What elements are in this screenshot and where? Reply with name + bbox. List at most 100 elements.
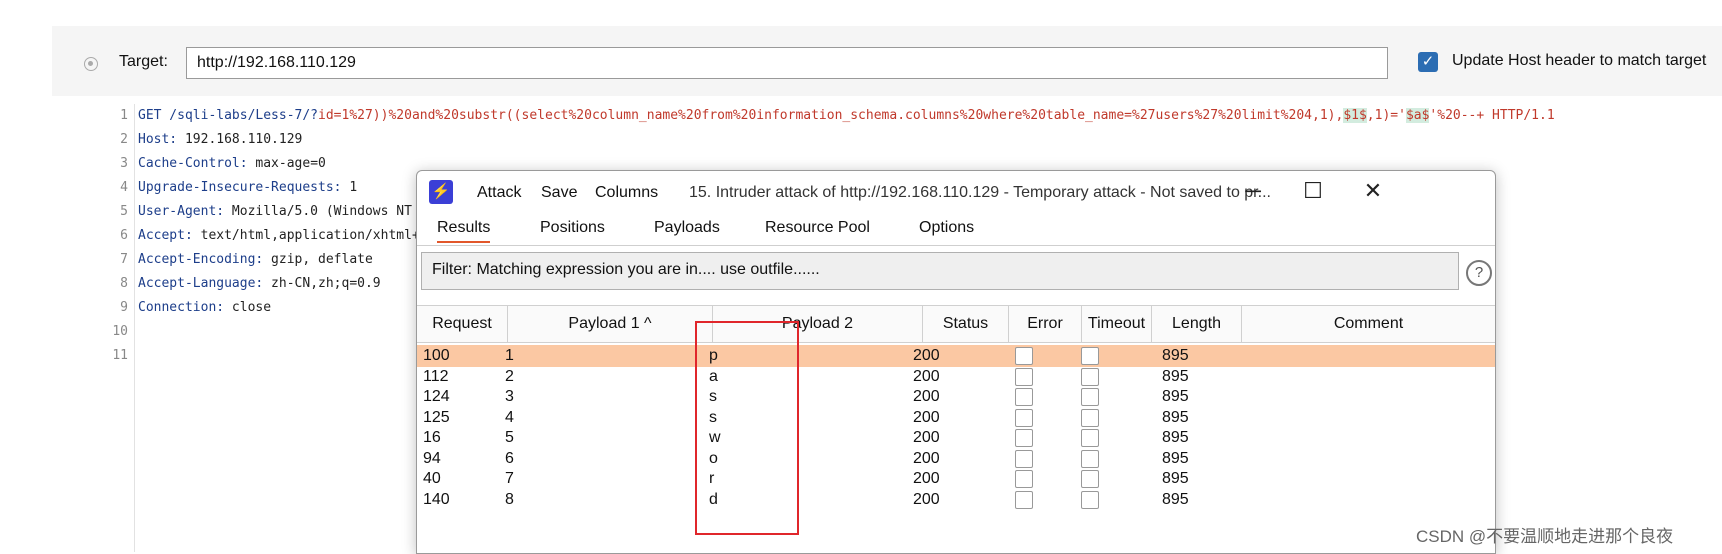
timeout-checkbox[interactable] xyxy=(1081,347,1099,365)
timeout-checkbox[interactable] xyxy=(1081,408,1099,427)
tab-payloads[interactable]: Payloads xyxy=(654,219,720,237)
request-line[interactable]: 8 Accept-Language: zh-CN,zh;q=0.9 xyxy=(104,272,381,296)
line-number: 7 xyxy=(120,252,128,267)
timeout-checkbox[interactable] xyxy=(1081,388,1099,406)
error-checkbox[interactable] xyxy=(1015,449,1033,468)
cell-request: 125 xyxy=(423,408,450,426)
intruder-attack-window: ⚡ Attack Save Columns 15. Intruder attac… xyxy=(416,170,1496,554)
tab-results[interactable]: Results xyxy=(437,219,491,243)
close-icon[interactable]: ✕ xyxy=(1359,177,1387,205)
help-icon[interactable]: ? xyxy=(1466,260,1492,286)
request-line-value: close xyxy=(224,300,272,315)
request-line-key: Accept: xyxy=(138,228,193,243)
request-line-key: User-Agent: xyxy=(138,204,225,219)
col-comment[interactable]: Comment xyxy=(1242,306,1495,342)
error-checkbox[interactable] xyxy=(1015,490,1033,509)
request-line[interactable]: 5 User-Agent: Mozilla/5.0 (Windows NT 1 xyxy=(104,200,427,224)
line-number: 5 xyxy=(120,204,128,219)
cell-payload-1: 7 xyxy=(505,470,514,487)
tab-positions[interactable]: Positions xyxy=(540,219,605,237)
result-row[interactable]: 16 5 w 200 895 xyxy=(417,427,1495,449)
result-row[interactable]: 112 2 a 200 895 xyxy=(417,366,1495,388)
line-number: 9 xyxy=(120,300,128,315)
menu-save[interactable]: Save xyxy=(541,184,577,202)
line-number: 1 xyxy=(120,108,128,123)
window-title: 15. Intruder attack of http://192.168.11… xyxy=(689,184,1271,201)
cell-length: 895 xyxy=(1162,388,1189,405)
request-line-key: Accept-Language: xyxy=(138,276,264,291)
result-row[interactable]: 124 3 s 200 895 xyxy=(417,386,1495,408)
request-line[interactable]: 10 xyxy=(104,320,138,344)
maximize-icon[interactable]: ☐ xyxy=(1299,177,1327,205)
request-line-key: Host: xyxy=(138,132,178,147)
request-line[interactable]: 9 Connection: close xyxy=(104,296,271,320)
request-line-key: Cache-Control: xyxy=(138,156,248,171)
minimize-icon[interactable]: ─ xyxy=(1239,177,1267,205)
request-line[interactable]: 6 Accept: text/html,application/xhtml+x xyxy=(104,224,427,248)
tab-resource-pool[interactable]: Resource Pool xyxy=(765,219,870,237)
menu-attack[interactable]: Attack xyxy=(477,184,521,202)
sort-asc-icon: ^ xyxy=(644,315,652,332)
timeout-checkbox[interactable] xyxy=(1081,490,1099,509)
error-checkbox[interactable] xyxy=(1015,429,1033,447)
request-line[interactable]: 4 Upgrade-Insecure-Requests: 1 xyxy=(104,176,357,200)
menu-columns[interactable]: Columns xyxy=(595,184,658,202)
request-line[interactable]: 2 Host: 192.168.110.129 xyxy=(104,128,302,152)
cell-request: 100 xyxy=(423,347,450,364)
error-checkbox[interactable] xyxy=(1015,408,1033,427)
results-table-header: Request Payload 1 ^ Payload 2 Status Err… xyxy=(417,305,1495,343)
payload-position-marker: $1$ xyxy=(1343,108,1367,123)
result-row[interactable]: 125 4 s 200 895 xyxy=(417,407,1495,429)
timeout-checkbox[interactable] xyxy=(1081,367,1099,386)
target-label: Target: xyxy=(119,53,168,70)
cell-request: 112 xyxy=(423,367,449,385)
cell-length: 895 xyxy=(1162,490,1189,508)
cell-status: 200 xyxy=(913,388,940,405)
update-host-checkbox[interactable]: ✓ xyxy=(1418,52,1438,72)
request-line[interactable]: 3 Cache-Control: max-age=0 xyxy=(104,152,326,176)
target-input[interactable]: http://192.168.110.129 xyxy=(186,47,1388,79)
csdn-watermark: CSDN @不要温顺地走进那个良夜 xyxy=(1416,527,1674,546)
cell-status: 200 xyxy=(913,429,940,446)
result-row[interactable]: 100 1 p 200 895 xyxy=(417,345,1495,367)
error-checkbox[interactable] xyxy=(1015,347,1033,365)
line-number: 8 xyxy=(120,276,128,291)
request-line[interactable]: 7 Accept-Encoding: gzip, deflate xyxy=(104,248,373,272)
tab-options[interactable]: Options xyxy=(919,219,974,237)
cell-payload-1: 5 xyxy=(505,429,514,446)
error-checkbox[interactable] xyxy=(1015,470,1033,488)
cell-status: 200 xyxy=(913,408,940,426)
cell-length: 895 xyxy=(1162,408,1189,426)
timeout-checkbox[interactable] xyxy=(1081,449,1099,468)
error-checkbox[interactable] xyxy=(1015,367,1033,386)
results-filter-bar[interactable]: Filter: Matching expression you are in..… xyxy=(421,252,1459,290)
burp-app-icon: ⚡ xyxy=(429,180,453,204)
update-host-label: Update Host header to match target xyxy=(1452,52,1707,69)
request-line-value: zh-CN,zh;q=0.9 xyxy=(263,276,381,291)
cell-status: 200 xyxy=(913,490,940,508)
request-line-key: Connection: xyxy=(138,300,225,315)
cell-length: 895 xyxy=(1162,347,1189,364)
request-line-value: 1 xyxy=(341,180,358,195)
col-timeout[interactable]: Timeout xyxy=(1082,306,1152,342)
col-status[interactable]: Status xyxy=(923,306,1009,342)
result-row[interactable]: 40 7 r 200 895 xyxy=(417,468,1495,490)
line-number: 2 xyxy=(120,132,128,147)
timeout-checkbox[interactable] xyxy=(1081,470,1099,488)
request-query-segment: =1%27))%20and%20substr((select%20column_… xyxy=(333,108,1344,123)
col-payload-1[interactable]: Payload 1 ^ xyxy=(508,306,713,342)
line-number: 3 xyxy=(120,156,128,171)
col-request[interactable]: Request xyxy=(417,306,508,342)
col-length[interactable]: Length xyxy=(1152,306,1242,342)
result-row[interactable]: 140 8 d 200 895 xyxy=(417,489,1495,511)
cell-payload-1: 4 xyxy=(505,408,514,426)
error-checkbox[interactable] xyxy=(1015,388,1033,406)
request-line[interactable]: 1 GET /sqli-labs/Less-7/?id=1%27))%20and%… xyxy=(104,104,1555,128)
result-row[interactable]: 94 6 o 200 895 xyxy=(417,448,1495,470)
timeout-checkbox[interactable] xyxy=(1081,429,1099,447)
line-number: 10 xyxy=(112,324,128,339)
cell-status: 200 xyxy=(913,347,940,364)
col-error[interactable]: Error xyxy=(1009,306,1082,342)
request-line[interactable]: 11 xyxy=(104,344,138,368)
request-line-value: gzip, deflate xyxy=(263,252,373,267)
